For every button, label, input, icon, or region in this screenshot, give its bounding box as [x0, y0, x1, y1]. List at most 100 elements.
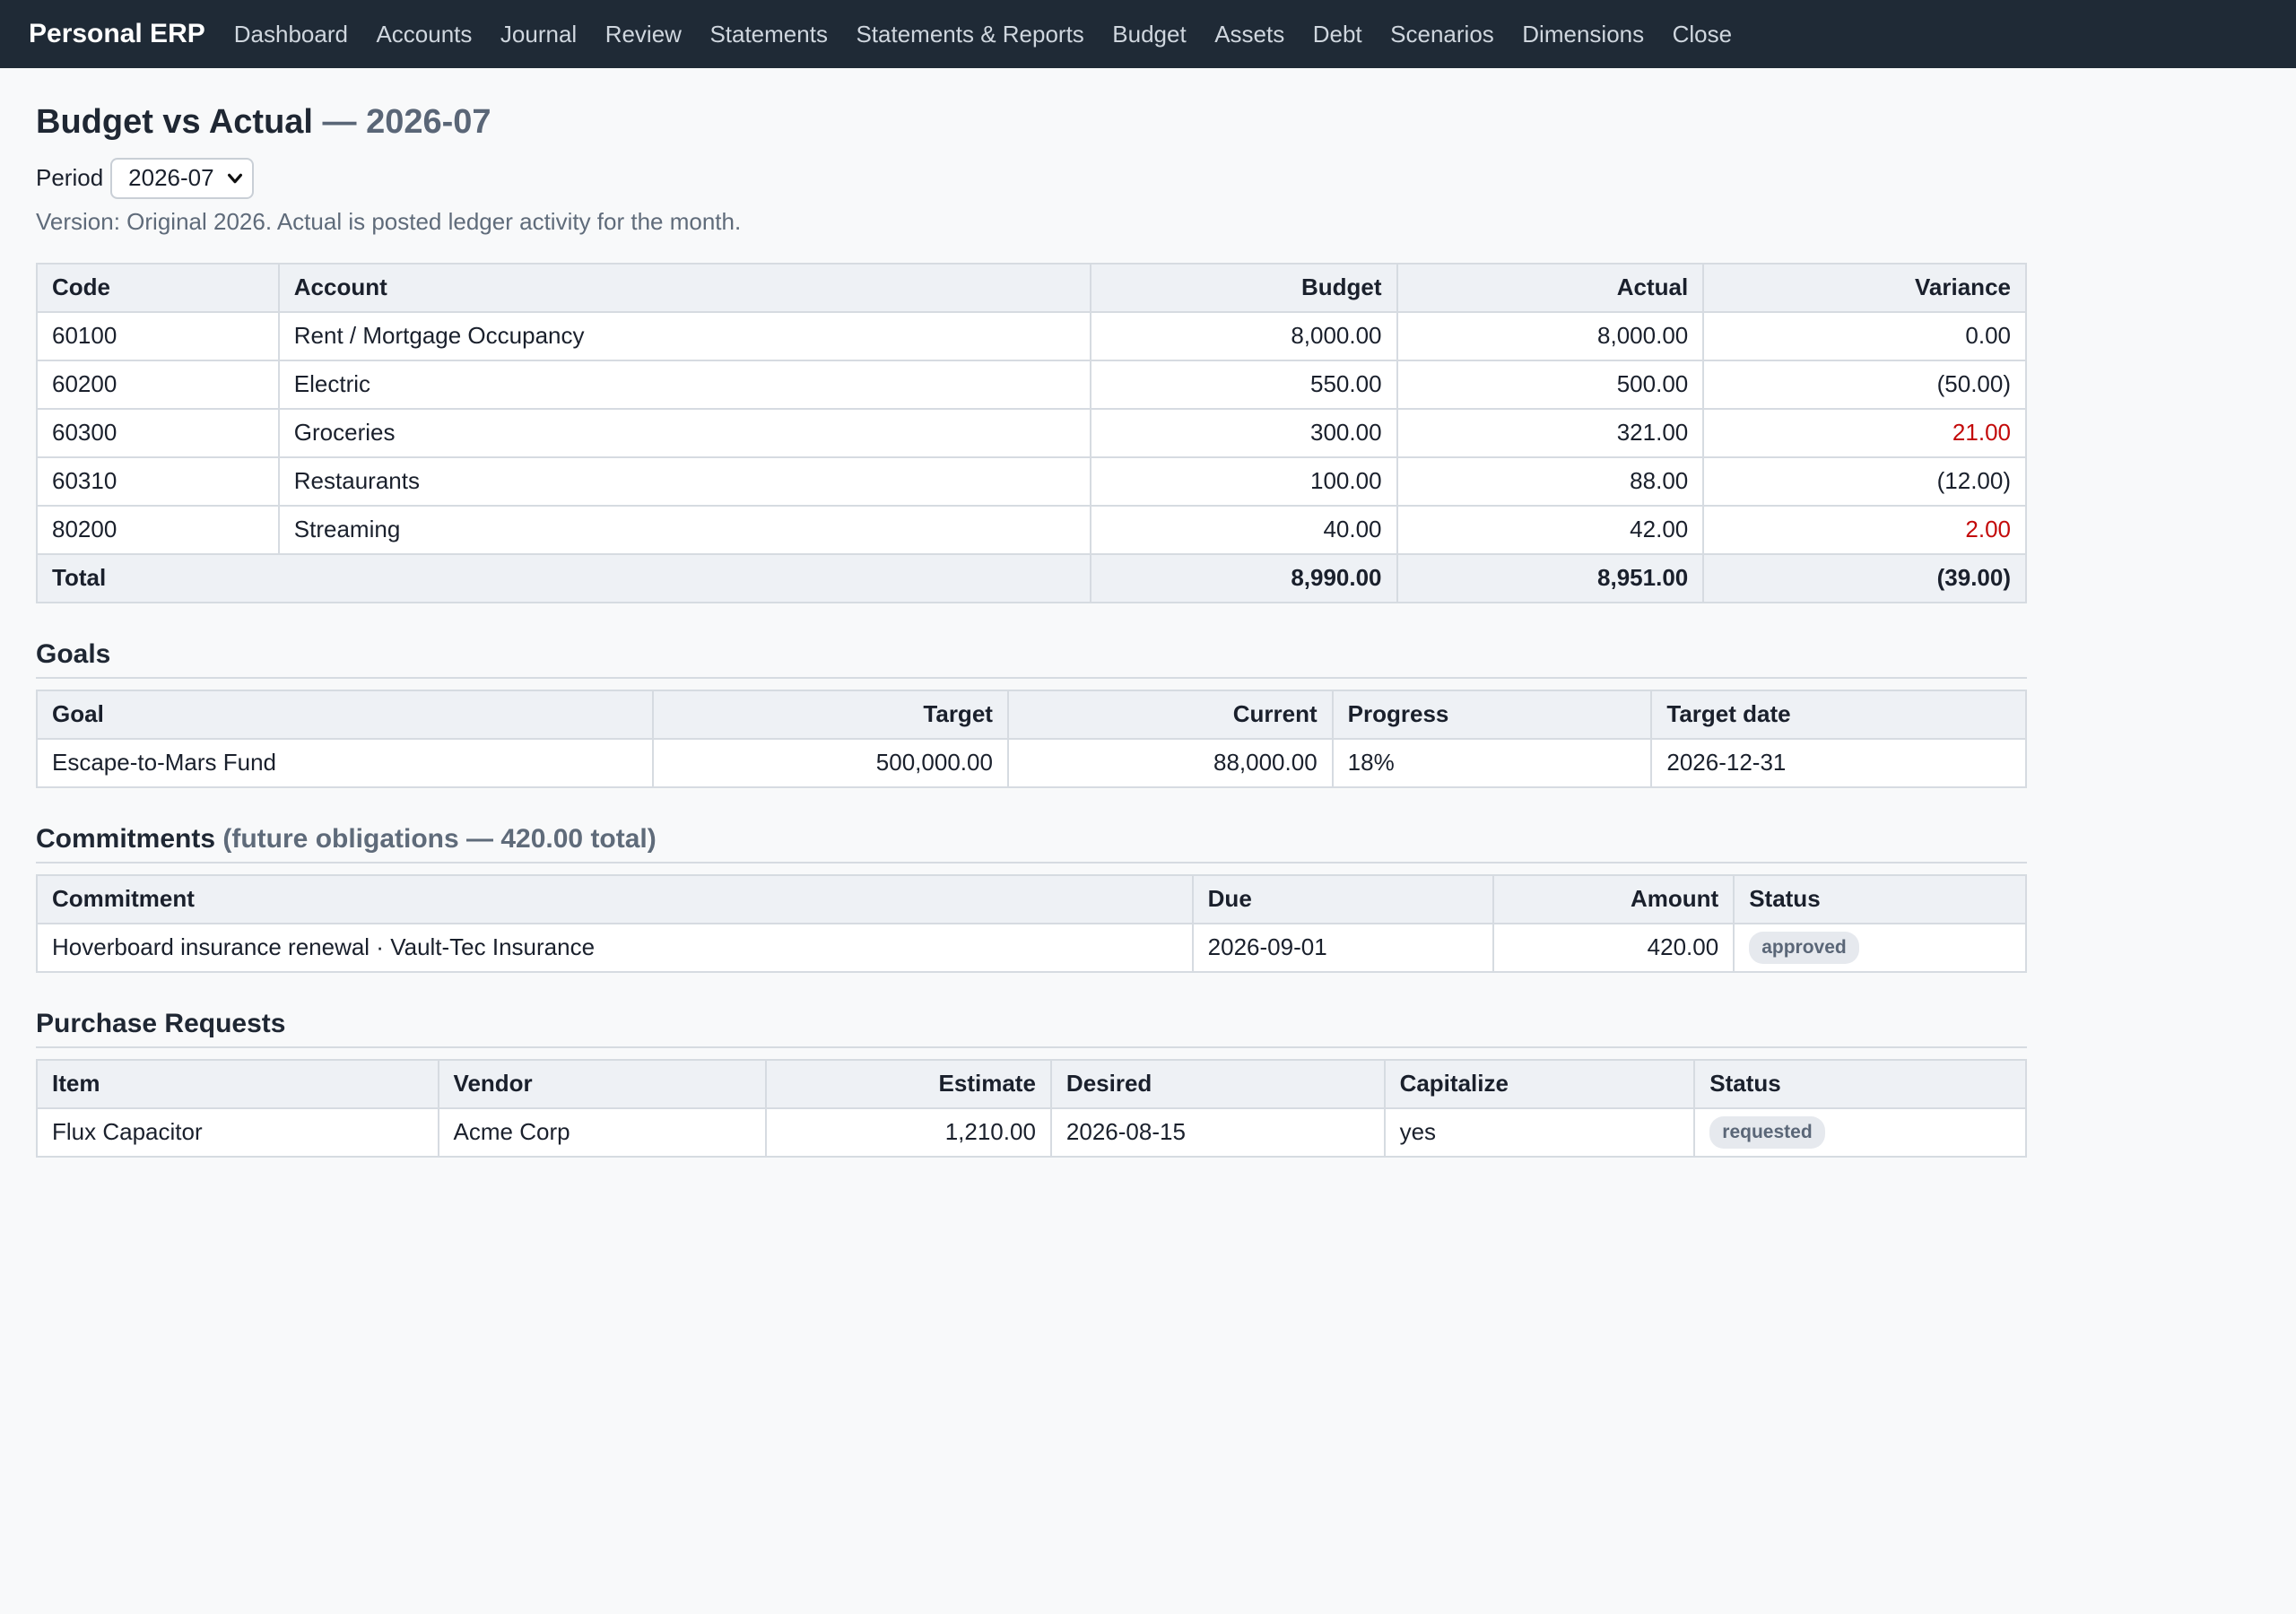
total-budget: 8,990.00 [1089, 552, 1398, 603]
cell-commitment: Hoverboard insurance renewal · Vault-Tec… [36, 922, 1194, 973]
col-actual: Actual [1396, 262, 1705, 313]
cell-budget: 100.00 [1089, 456, 1398, 507]
col-progress: Progress [1331, 689, 1653, 740]
commitments-subtitle: (future obligations — 420.00 total) [222, 823, 657, 854]
col-desired: Desired [1049, 1058, 1386, 1109]
col-status: Status [1733, 873, 2027, 924]
period-label: Period [36, 164, 104, 192]
table-header-row: Goal Target Current Progress Target date [35, 689, 2027, 740]
col-code: Code [36, 262, 280, 313]
cell-code: 60310 [36, 456, 280, 507]
cell-account: Streaming [277, 504, 1091, 555]
cell-actual: 42.00 [1396, 504, 1705, 555]
cell-amount: 420.00 [1492, 922, 1735, 973]
commitments-title: Commitments [36, 823, 216, 854]
cell-item: Flux Capacitor [36, 1106, 439, 1158]
cell-variance: 21.00 [1702, 407, 2027, 458]
status-badge: requested [1709, 1115, 1825, 1149]
purchase-requests-table: Item Vendor Estimate Desired Capitalize … [36, 1058, 2027, 1158]
total-label: Total [36, 552, 1091, 603]
cell-actual: 500.00 [1396, 359, 1705, 410]
col-capitalize: Capitalize [1383, 1058, 1696, 1109]
col-vendor: Vendor [437, 1058, 768, 1109]
nav-accounts[interactable]: Accounts [376, 21, 472, 48]
cell-due: 2026-09-01 [1191, 922, 1495, 973]
goals-heading: Goals [36, 639, 2027, 679]
cell-actual: 8,000.00 [1396, 310, 1705, 361]
commitments-heading: Commitments (future obligations — 420.00… [36, 824, 2027, 863]
nav-journal[interactable]: Journal [500, 21, 577, 48]
cell-status: requested [1693, 1106, 2027, 1158]
budget-vs-actual-table: Code Account Budget Actual Variance 6010… [36, 262, 2027, 603]
cell-budget: 8,000.00 [1089, 310, 1398, 361]
col-account: Account [277, 262, 1091, 313]
cell-estimate: 1,210.00 [765, 1106, 1052, 1158]
cell-budget: 300.00 [1089, 407, 1398, 458]
page-title-text: Budget vs Actual [36, 103, 313, 141]
cell-code: 60100 [36, 310, 280, 361]
purchase-requests-heading: Purchase Requests [36, 1009, 2027, 1048]
col-target: Target [652, 689, 1009, 740]
cell-variance: 2.00 [1702, 504, 2027, 555]
main-content: Budget vs Actual — 2026-07 Period 2026-0… [0, 68, 2063, 1158]
table-header-row: Code Account Budget Actual Variance [36, 262, 2027, 313]
col-target-date: Target date [1650, 689, 2027, 740]
title-separator: — [322, 103, 357, 141]
col-goal: Goal [35, 689, 655, 740]
table-header-row: Item Vendor Estimate Desired Capitalize … [36, 1058, 2027, 1109]
main-nav: Dashboard Accounts Journal Review Statem… [234, 21, 1761, 48]
nav-close[interactable]: Close [1673, 21, 1732, 48]
nav-debt[interactable]: Debt [1313, 21, 1362, 48]
nav-statements[interactable]: Statements [709, 21, 828, 48]
table-row: 60300 Groceries 300.00 321.00 21.00 [36, 407, 2027, 458]
table-row: Escape-to-Mars Fund 500,000.00 88,000.00… [35, 737, 2027, 788]
cell-desired: 2026-08-15 [1049, 1106, 1386, 1158]
cell-actual: 321.00 [1396, 407, 1705, 458]
status-badge: approved [1749, 931, 1859, 964]
col-budget: Budget [1089, 262, 1398, 313]
col-variance: Variance [1702, 262, 2027, 313]
nav-budget[interactable]: Budget [1112, 21, 1186, 48]
nav-review[interactable]: Review [605, 21, 682, 48]
col-estimate: Estimate [765, 1058, 1052, 1109]
table-row: 60100 Rent / Mortgage Occupancy 8,000.00… [36, 310, 2027, 361]
cell-vendor: Acme Corp [437, 1106, 768, 1158]
cell-goal: Escape-to-Mars Fund [35, 737, 655, 788]
top-nav-bar: Personal ERP Dashboard Accounts Journal … [0, 0, 2296, 68]
chevron-down-icon [228, 173, 243, 183]
col-due: Due [1191, 873, 1495, 924]
title-period: 2026-07 [366, 103, 491, 141]
cell-account: Rent / Mortgage Occupancy [277, 310, 1091, 361]
table-row: 60200 Electric 550.00 500.00 (50.00) [36, 359, 2027, 410]
nav-assets[interactable]: Assets [1214, 21, 1284, 48]
table-row: Flux Capacitor Acme Corp 1,210.00 2026-0… [36, 1106, 2027, 1158]
period-selector-row: Period 2026-07 [36, 156, 2027, 201]
col-status: Status [1693, 1058, 2027, 1109]
cell-variance: 0.00 [1702, 310, 2027, 361]
total-row: Total 8,990.00 8,951.00 (39.00) [36, 552, 2027, 603]
nav-dashboard[interactable]: Dashboard [234, 21, 348, 48]
cell-account: Restaurants [277, 456, 1091, 507]
table-row: Hoverboard insurance renewal · Vault-Tec… [36, 922, 2027, 973]
cell-code: 80200 [36, 504, 280, 555]
cell-code: 60300 [36, 407, 280, 458]
cell-target-date: 2026-12-31 [1650, 737, 2027, 788]
cell-variance: (12.00) [1702, 456, 2027, 507]
app-brand[interactable]: Personal ERP [29, 19, 205, 49]
col-amount: Amount [1492, 873, 1735, 924]
nav-statements-reports[interactable]: Statements & Reports [856, 21, 1083, 48]
nav-scenarios[interactable]: Scenarios [1390, 21, 1494, 48]
period-select[interactable]: 2026-07 [110, 157, 255, 199]
nav-dimensions[interactable]: Dimensions [1522, 21, 1644, 48]
total-variance: (39.00) [1702, 552, 2027, 603]
commitments-table: Commitment Due Amount Status Hoverboard … [36, 873, 2027, 973]
cell-budget: 40.00 [1089, 504, 1398, 555]
page-title: Budget vs Actual — 2026-07 [36, 102, 2027, 143]
cell-variance: (50.00) [1702, 359, 2027, 410]
total-actual: 8,951.00 [1396, 552, 1705, 603]
period-select-value: 2026-07 [128, 164, 214, 192]
col-current: Current [1006, 689, 1334, 740]
cell-account: Groceries [277, 407, 1091, 458]
col-item: Item [36, 1058, 439, 1109]
version-note: Version: Original 2026. Actual is posted… [36, 207, 742, 235]
